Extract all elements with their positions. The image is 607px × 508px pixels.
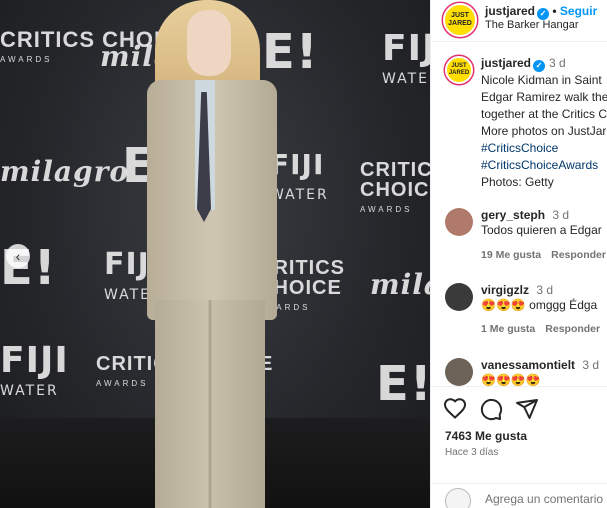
backdrop-critics-choice-logo: CRITICS CHOICEAWARDS <box>360 159 430 214</box>
post-age: Hace 3 días <box>445 447 499 458</box>
comment-meta: 1 Me gusta Responder <box>481 323 607 335</box>
caption-line: Edgar Ramirez walk the <box>481 90 607 104</box>
commenter-avatar[interactable] <box>445 358 473 386</box>
face <box>187 10 231 76</box>
reply-button[interactable]: Responder <box>545 323 600 335</box>
hashtag-link[interactable]: #CriticsChoiceAwards <box>481 157 607 174</box>
comment-text: 😍😍😍😍 <box>481 373 541 387</box>
comment-username-row: gery_steph 3 d <box>481 208 569 222</box>
share-icon[interactable] <box>515 397 539 421</box>
caption-avatar[interactable]: JUST JARED <box>445 56 473 84</box>
backdrop-e-logo: E! <box>376 356 430 412</box>
verified-badge-icon: ✓ <box>533 60 546 72</box>
commenter-avatar[interactable] <box>445 208 473 236</box>
post-location[interactable]: The Barker Hangar <box>485 19 579 31</box>
post-actions: 7463 Me gusta Hace 3 días Agrega un come… <box>431 386 607 508</box>
comment-text: 😍😍😍 omggg Édga <box>481 298 598 312</box>
post-header: JUST JARED justjared ✓ • Seguir The Barke… <box>431 0 607 42</box>
caption-username-row: justjared ✓ 3 d <box>481 56 566 72</box>
comment-time: 3 d <box>552 208 570 222</box>
author-username-row: justjared ✓ • Seguir <box>485 4 597 20</box>
add-comment-bar: Agrega un comentario <box>431 483 607 508</box>
backdrop-milagro-logo: milagro <box>370 268 430 301</box>
add-comment-input[interactable]: Agrega un comentario <box>485 492 603 506</box>
comment-likes[interactable]: 19 Me gusta <box>481 249 541 261</box>
comment-username[interactable]: vanessamontielt <box>481 358 575 372</box>
caption-username[interactable]: justjared <box>481 56 531 70</box>
caption-time: 3 d <box>549 56 566 70</box>
comment-text: Todos quieren a Edgar <box>481 223 602 237</box>
reply-button[interactable]: Responder <box>551 249 606 261</box>
post-side-panel: JUST JARED justjared ✓ • Seguir The Barke… <box>430 0 607 508</box>
carousel-prev-icon[interactable]: ‹ <box>6 244 30 268</box>
commenter-avatar[interactable] <box>445 283 473 311</box>
comment-icon[interactable] <box>479 397 503 421</box>
comment-time: 3 d <box>536 283 554 297</box>
author-username[interactable]: justjared <box>485 4 535 18</box>
separator-dot: • <box>552 4 557 18</box>
caption-credit: Photos: Getty <box>481 175 554 189</box>
caption-line: together at the Critics C <box>481 107 607 121</box>
hashtag-link[interactable]: #CriticsChoice <box>481 140 607 157</box>
comment-meta: 19 Me gusta Responder <box>481 249 607 261</box>
comment-username[interactable]: virgigzlz <box>481 283 529 297</box>
post-photo[interactable]: CRITICS CHOICEAWARDS milagro E! FIJIWATE… <box>0 0 430 508</box>
comment-username-row: vanessamontielt 3 d <box>481 358 599 372</box>
follow-button[interactable]: Seguir <box>560 4 597 18</box>
backdrop-fiji-logo: FIJIWATER <box>382 28 430 88</box>
comment-username[interactable]: gery_steph <box>481 208 545 222</box>
caption-line: Nicole Kidman in Saint <box>481 73 602 87</box>
author-avatar[interactable]: JUST JARED <box>443 3 477 37</box>
caption-text: Nicole Kidman in Saint Edgar Ramirez wal… <box>481 72 607 191</box>
backdrop-milagro-logo: milagro <box>0 155 130 188</box>
commenter-self-avatar <box>445 488 471 508</box>
trousers <box>155 300 265 508</box>
backdrop-fiji-logo: FIJIWATER <box>0 340 69 400</box>
like-count[interactable]: 7463 Me gusta <box>445 429 527 443</box>
comment-likes[interactable]: 1 Me gusta <box>481 323 535 335</box>
person-figure <box>135 0 285 508</box>
comment-time: 3 d <box>582 358 600 372</box>
heart-icon[interactable] <box>443 397 467 421</box>
comment-username-row: virgigzlz 3 d <box>481 283 553 297</box>
caption-line: More photos on JustJar <box>481 124 607 138</box>
